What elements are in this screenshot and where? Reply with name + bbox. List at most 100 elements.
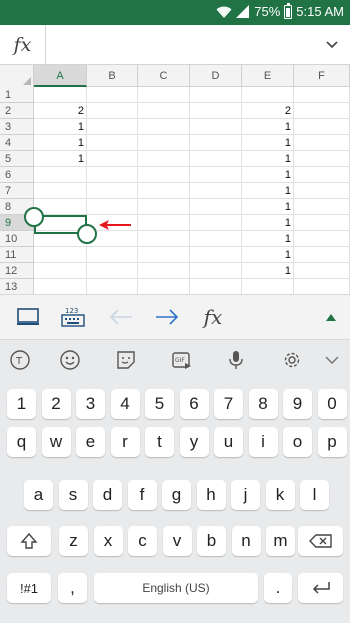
cell-c5[interactable] xyxy=(138,151,190,167)
chevron-down-icon[interactable] xyxy=(326,41,338,49)
cell-d3[interactable] xyxy=(190,119,242,135)
cell-a13[interactable] xyxy=(34,279,87,294)
key-r[interactable]: r xyxy=(110,427,140,457)
cell-c8[interactable] xyxy=(138,199,190,215)
row-header[interactable]: 5 xyxy=(0,151,34,167)
key-comma[interactable]: , xyxy=(58,573,87,603)
key-6[interactable]: 6 xyxy=(179,389,209,419)
cell-e8[interactable]: 1 xyxy=(242,199,294,215)
key-s[interactable]: s xyxy=(58,480,88,510)
cell-c7[interactable] xyxy=(138,183,190,199)
selection-handle-end[interactable] xyxy=(77,224,97,244)
cell-d10[interactable] xyxy=(190,231,242,247)
cell-d6[interactable] xyxy=(190,167,242,183)
key-2[interactable]: 2 xyxy=(41,389,71,419)
key-j[interactable]: j xyxy=(231,480,260,510)
cell-f5[interactable] xyxy=(294,151,350,167)
key-k[interactable]: k xyxy=(265,480,295,510)
emoji-icon[interactable] xyxy=(58,348,82,372)
key-t[interactable]: t xyxy=(145,427,174,457)
key-0[interactable]: 0 xyxy=(317,389,347,419)
cell-c13[interactable] xyxy=(138,279,190,294)
formula-input[interactable] xyxy=(47,25,307,65)
collapse-up-icon[interactable] xyxy=(320,306,342,328)
key-d[interactable]: d xyxy=(93,480,122,510)
cell-f12[interactable] xyxy=(294,263,350,279)
key-8[interactable]: 8 xyxy=(248,389,278,419)
cell-d2[interactable] xyxy=(190,103,242,119)
cell-e1[interactable] xyxy=(242,87,294,103)
column-header-b[interactable]: B xyxy=(87,65,138,87)
screen-icon[interactable] xyxy=(14,303,42,331)
cell-b7[interactable] xyxy=(87,183,138,199)
select-all-corner[interactable] xyxy=(0,65,34,87)
cell-b2[interactable] xyxy=(87,103,138,119)
cell-e2[interactable]: 2 xyxy=(242,103,294,119)
cell-d5[interactable] xyxy=(190,151,242,167)
row-header[interactable]: 12 xyxy=(0,263,34,279)
cell-e9[interactable]: 1 xyxy=(242,215,294,231)
cell-b13[interactable] xyxy=(87,279,138,294)
row-header[interactable]: 6 xyxy=(0,167,34,183)
cell-f9[interactable] xyxy=(294,215,350,231)
cell-b11[interactable] xyxy=(87,247,138,263)
cell-f7[interactable] xyxy=(294,183,350,199)
cell-f6[interactable] xyxy=(294,167,350,183)
arrow-right-icon[interactable] xyxy=(152,303,182,331)
row-header[interactable]: 10 xyxy=(0,231,34,247)
key-1[interactable]: 1 xyxy=(7,389,36,419)
key-7[interactable]: 7 xyxy=(214,389,243,419)
row-header[interactable]: 4 xyxy=(0,135,34,151)
key-4[interactable]: 4 xyxy=(110,389,140,419)
cell-e5[interactable]: 1 xyxy=(242,151,294,167)
selection-handle-start[interactable] xyxy=(24,207,44,227)
key-period[interactable]: . xyxy=(264,573,292,603)
key-z[interactable]: z xyxy=(59,526,88,556)
cell-f3[interactable] xyxy=(294,119,350,135)
key-v[interactable]: v xyxy=(162,526,192,556)
column-header-f[interactable]: F xyxy=(294,65,350,87)
cell-f11[interactable] xyxy=(294,247,350,263)
key-x[interactable]: x xyxy=(93,526,123,556)
key-l[interactable]: l xyxy=(300,480,329,510)
key-g[interactable]: g xyxy=(162,480,191,510)
sticker-icon[interactable] xyxy=(114,348,138,372)
cell-d4[interactable] xyxy=(190,135,242,151)
cell-f10[interactable] xyxy=(294,231,350,247)
key-u[interactable]: u xyxy=(214,427,243,457)
row-header[interactable]: 1 xyxy=(0,87,34,103)
key-e[interactable]: e xyxy=(76,427,105,457)
column-header-c[interactable]: C xyxy=(138,65,190,87)
cell-b8[interactable] xyxy=(87,199,138,215)
cell-e4[interactable]: 1 xyxy=(242,135,294,151)
key-f[interactable]: f xyxy=(127,480,157,510)
cell-c10[interactable] xyxy=(138,231,190,247)
cell-f2[interactable] xyxy=(294,103,350,119)
key-3[interactable]: 3 xyxy=(76,389,105,419)
cell-a5[interactable]: 1 xyxy=(34,151,87,167)
backspace-key[interactable] xyxy=(298,526,343,556)
cell-b12[interactable] xyxy=(87,263,138,279)
row-header[interactable]: 7 xyxy=(0,183,34,199)
arrow-left-icon[interactable] xyxy=(106,303,136,331)
cell-a6[interactable] xyxy=(34,167,87,183)
cell-c12[interactable] xyxy=(138,263,190,279)
cell-c3[interactable] xyxy=(138,119,190,135)
key-i[interactable]: i xyxy=(248,427,278,457)
cell-f4[interactable] xyxy=(294,135,350,151)
cell-e13[interactable] xyxy=(242,279,294,294)
cell-c4[interactable] xyxy=(138,135,190,151)
column-header-a[interactable]: A xyxy=(34,65,87,87)
enter-key[interactable] xyxy=(298,573,343,603)
cell-c6[interactable] xyxy=(138,167,190,183)
cell-c11[interactable] xyxy=(138,247,190,263)
cell-b3[interactable] xyxy=(87,119,138,135)
key-b[interactable]: b xyxy=(197,526,226,556)
cell-d8[interactable] xyxy=(190,199,242,215)
cell-d1[interactable] xyxy=(190,87,242,103)
row-header[interactable]: 2 xyxy=(0,103,34,119)
row-header[interactable]: 11 xyxy=(0,247,34,263)
cell-a4[interactable]: 1 xyxy=(34,135,87,151)
microphone-icon[interactable] xyxy=(224,348,248,372)
gif-icon[interactable]: GIF xyxy=(170,348,194,372)
